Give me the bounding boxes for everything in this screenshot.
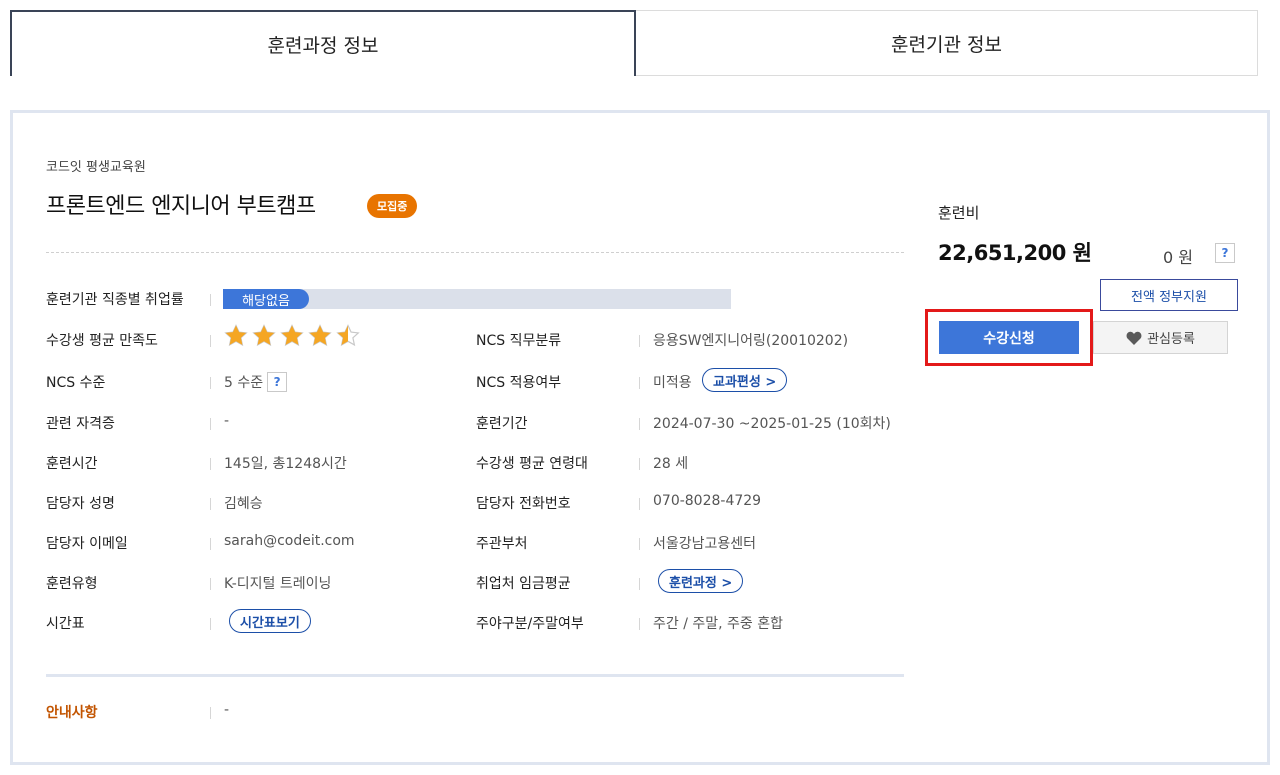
manager-name-value: 김혜승 — [224, 496, 263, 512]
apply-button[interactable]: 수강신청 — [939, 321, 1079, 354]
manager-phone-label: 담당자 전화번호 — [476, 496, 571, 512]
satisfaction-label: 수강생 평균 만족도 — [46, 333, 158, 349]
tab-course-info[interactable]: 훈련과정 정보 — [10, 10, 636, 76]
separator — [639, 618, 640, 630]
manager-email-value: sarah@codeit.com — [224, 533, 355, 549]
separator — [639, 458, 640, 470]
day-type-label: 주야구분/주말여부 — [476, 616, 584, 632]
star-icon — [336, 324, 360, 347]
wishlist-label: 관심등록 — [1147, 332, 1195, 347]
rating-stars — [224, 324, 360, 348]
agency-label: 주관부처 — [476, 536, 528, 552]
agency-value: 서울강남고용센터 — [653, 536, 757, 552]
ncs-category-label: NCS 직무분류 — [476, 333, 562, 349]
heart-icon — [1126, 331, 1142, 345]
employment-rate-fill: 해당없음 — [223, 289, 309, 309]
star-icon — [252, 324, 276, 347]
ncs-applied-value: 미적용 — [653, 375, 692, 391]
separator — [210, 707, 211, 719]
org-name: 코드잇 평생교육원 — [46, 160, 146, 175]
separator — [210, 618, 211, 630]
manager-name-label: 담당자 성명 — [46, 496, 115, 512]
curriculum-button[interactable]: 교과편성 > — [702, 368, 788, 392]
self-pay-amount: 0 원 — [1163, 248, 1193, 267]
age-value: 28 세 — [653, 456, 689, 472]
separator — [639, 498, 640, 510]
ncs-applied-label: NCS 적용여부 — [476, 375, 562, 391]
gov-support-button[interactable]: 전액 정부지원 — [1100, 279, 1238, 311]
course-detail-card: 코드잇 평생교육원 프론트엔드 엔지니어 부트캠프 모집중 훈련기관 직종별 취… — [10, 110, 1270, 765]
period-label: 훈련기간 — [476, 416, 528, 432]
separator — [639, 335, 640, 347]
employment-rate-label: 훈련기관 직종별 취업률 — [46, 292, 184, 308]
fee-amount: 22,651,200 원 — [938, 241, 1092, 265]
manager-phone-value: 070-8028-4729 — [653, 493, 762, 509]
help-icon[interactable]: ? — [1215, 243, 1235, 263]
course-wage-button[interactable]: 훈련과정 > — [658, 569, 744, 593]
separator — [210, 335, 211, 347]
help-icon[interactable]: ? — [267, 372, 288, 392]
separator — [210, 418, 211, 430]
hours-label: 훈련시간 — [46, 456, 98, 472]
star-icon — [224, 324, 248, 347]
notice-label: 안내사항 — [46, 705, 98, 721]
age-label: 수강생 평균 연령대 — [476, 456, 588, 472]
ncs-category-value: 응용SW엔지니어링(20010202) — [653, 333, 849, 349]
divider — [46, 252, 904, 253]
certificate-label: 관련 자격증 — [46, 416, 115, 432]
fee-label: 훈련비 — [938, 204, 980, 222]
manager-email-label: 담당자 이메일 — [46, 536, 128, 552]
separator — [210, 578, 211, 590]
hours-value: 145일, 총1248시간 — [224, 456, 347, 472]
day-type-value: 주간 / 주말, 주중 혼합 — [653, 616, 784, 632]
separator — [639, 538, 640, 550]
certificate-value: - — [224, 413, 230, 429]
separator — [210, 498, 211, 510]
star-icon — [308, 324, 332, 347]
separator — [639, 418, 640, 430]
ncs-level-label: NCS 수준 — [46, 375, 106, 391]
ncs-level-value: 5 수준 ? — [224, 372, 288, 392]
employment-rate-bar: 해당없음 — [223, 289, 731, 309]
separator — [210, 294, 211, 306]
separator — [639, 578, 640, 590]
timetable-label: 시간표 — [46, 616, 85, 632]
notice-value: - — [224, 702, 230, 718]
course-title: 프론트엔드 엔지니어 부트캠프 — [46, 194, 316, 219]
separator — [210, 377, 211, 389]
ncs-level-text: 5 수준 — [224, 375, 264, 391]
training-type-value: K-디지털 트레이닝 — [224, 576, 332, 592]
separator — [210, 538, 211, 550]
wage-label: 취업처 임금평균 — [476, 576, 571, 592]
separator — [210, 458, 211, 470]
separator — [639, 377, 640, 389]
timetable-button[interactable]: 시간표보기 — [229, 609, 311, 633]
star-icon — [280, 324, 304, 347]
status-badge: 모집중 — [367, 194, 418, 218]
tab-institution-info[interactable]: 훈련기관 정보 — [636, 10, 1258, 76]
wishlist-button[interactable]: 관심등록 — [1093, 321, 1228, 354]
training-type-label: 훈련유형 — [46, 576, 98, 592]
divider — [46, 674, 904, 677]
period-value: 2024-07-30 ~2025-01-25 (10회차) — [653, 416, 891, 432]
